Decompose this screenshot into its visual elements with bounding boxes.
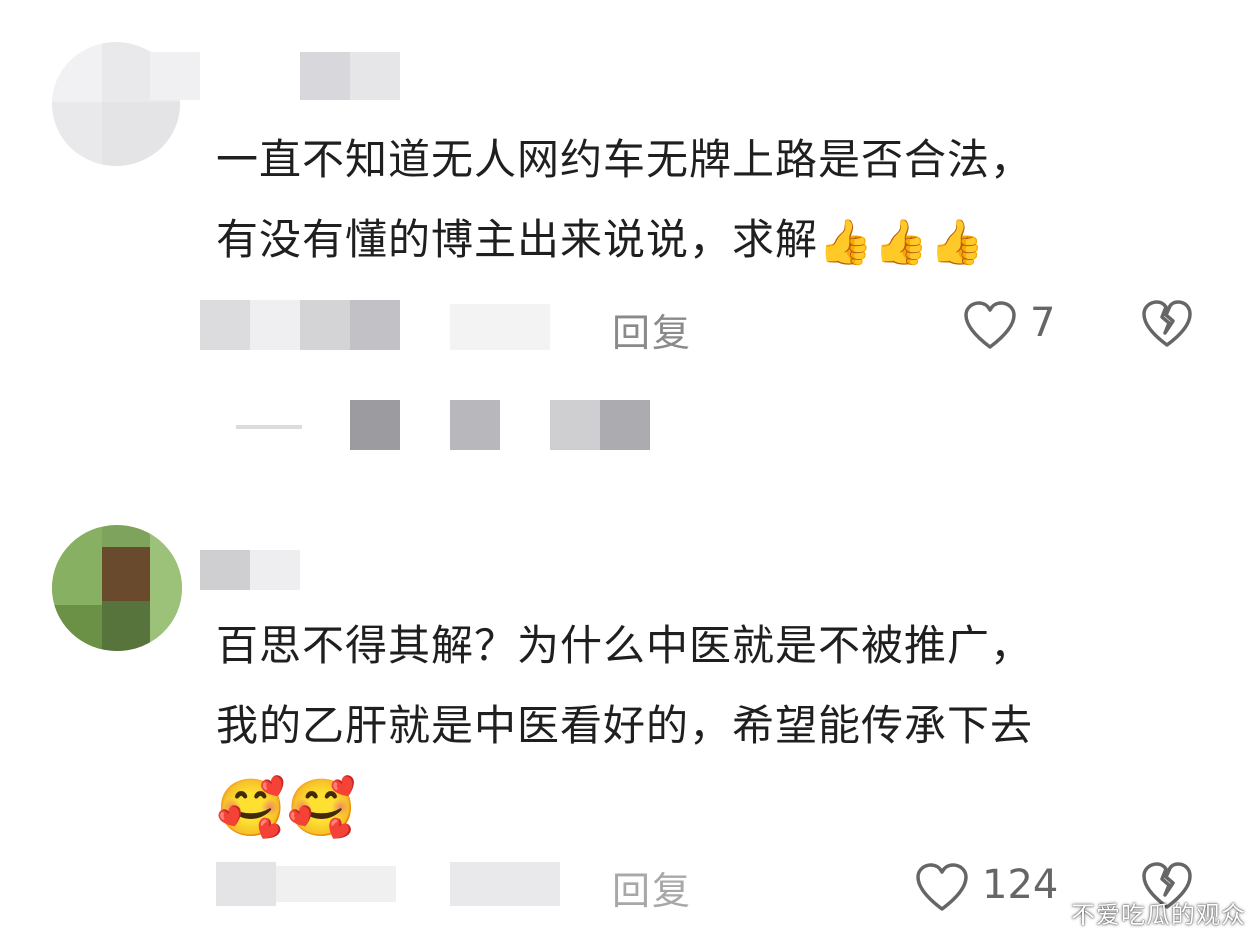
watermark: 不爱吃瓜的观众 xyxy=(1071,901,1246,929)
broken-heart-icon[interactable] xyxy=(1140,300,1194,350)
like-count: 124 xyxy=(982,862,1059,908)
user-avatar[interactable] xyxy=(52,525,182,651)
comment-emojis: 🥰🥰 xyxy=(216,766,1033,849)
reply-button[interactable]: 回复 xyxy=(612,860,692,915)
comment-text: 一直不知道无人网约车无牌上路是否合法， 有没有懂的博主出来说说，求解👍👍👍 xyxy=(216,120,1033,283)
comment-line-2: 我的乙肝就是中医看好的，希望能传承下去 xyxy=(216,701,1034,750)
smiling-hearts-icon: 🥰 xyxy=(286,775,358,841)
comment-line-2: 有没有懂的博主出来说说，求解👍👍👍 xyxy=(216,200,1033,283)
thumbs-up-icon: 👍 xyxy=(873,216,930,268)
like-button[interactable]: 124 xyxy=(914,860,1064,916)
like-button[interactable]: 7 xyxy=(962,298,1062,354)
thumbs-up-icon: 👍 xyxy=(929,216,986,268)
reply-button[interactable]: 回复 xyxy=(612,302,692,357)
thumbs-up-icon: 👍 xyxy=(818,216,874,268)
comment-line-1: 一直不知道无人网约车无牌上路是否合法， xyxy=(216,135,1034,184)
comment-line-1: 百思不得其解？为什么中医就是不被推广， xyxy=(216,621,1034,670)
divider-line xyxy=(236,425,302,429)
heart-outline-icon xyxy=(914,862,970,914)
heart-outline-icon xyxy=(962,300,1018,352)
like-count: 7 xyxy=(1030,300,1056,346)
comment-text: 百思不得其解？为什么中医就是不被推广， 我的乙肝就是中医看好的，希望能传承下去 … xyxy=(216,606,1033,849)
smiling-hearts-icon: 🥰 xyxy=(216,775,287,841)
